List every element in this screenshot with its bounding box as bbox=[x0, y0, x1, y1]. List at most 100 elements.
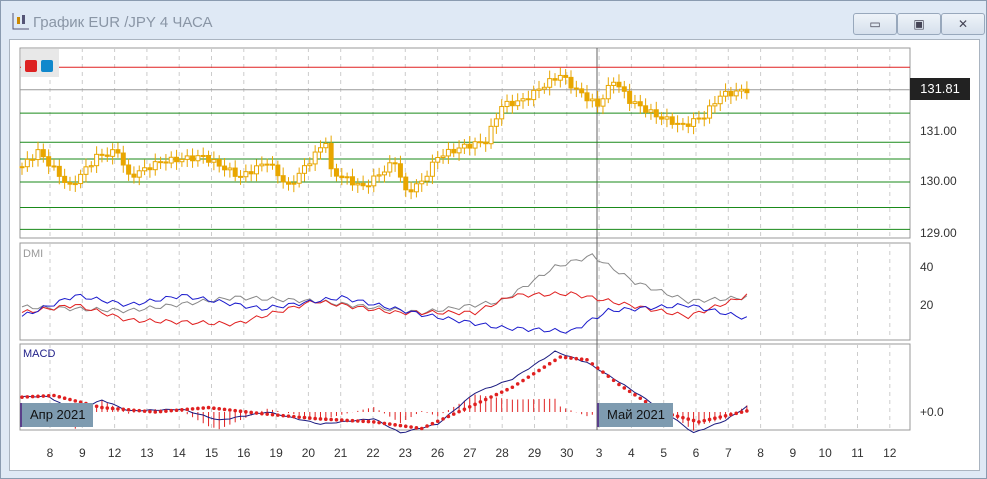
candle-body bbox=[413, 183, 419, 193]
candle-body bbox=[158, 161, 164, 164]
candle-body bbox=[595, 98, 601, 107]
candle-body bbox=[30, 158, 36, 161]
macd-signal-dot bbox=[611, 378, 616, 383]
x-tick-label: 15 bbox=[204, 446, 219, 460]
candle-body bbox=[206, 154, 212, 163]
x-tick-label: 8 bbox=[46, 446, 54, 460]
macd-signal-dot bbox=[723, 413, 728, 418]
macd-signal-dot bbox=[222, 407, 227, 412]
macd-signal-dot bbox=[228, 408, 232, 412]
macd-signal-dot bbox=[622, 386, 627, 390]
macd-signal-dot bbox=[334, 418, 339, 422]
candle-body bbox=[696, 117, 702, 120]
candle-body bbox=[270, 163, 276, 166]
macd-signal-dot bbox=[164, 409, 168, 413]
macd-signal-dot bbox=[313, 416, 317, 421]
candle-body bbox=[120, 152, 126, 166]
candle-body bbox=[88, 165, 94, 168]
x-tick-label: 13 bbox=[140, 446, 154, 460]
x-tick-label: 28 bbox=[495, 446, 509, 460]
candle-body bbox=[435, 156, 441, 163]
macd-signal-dot bbox=[41, 394, 46, 398]
candle-body bbox=[78, 173, 84, 185]
macd-signal-dot bbox=[393, 423, 397, 427]
macd-signal-dot bbox=[574, 356, 579, 361]
macd-signal-dot bbox=[361, 419, 365, 424]
macd-signal-dot bbox=[238, 409, 243, 414]
candle-body bbox=[691, 118, 697, 127]
candle-body bbox=[675, 122, 681, 125]
x-tick-label: 21 bbox=[334, 446, 348, 460]
macd-signal-dot bbox=[265, 412, 269, 416]
dmi-adx-line bbox=[21, 253, 748, 316]
candle-body bbox=[717, 95, 723, 105]
x-tick-label: 5 bbox=[660, 446, 668, 460]
candle-body bbox=[280, 175, 286, 183]
candle-body bbox=[525, 98, 531, 101]
macd-signal-dot bbox=[446, 414, 451, 419]
candle-body bbox=[131, 173, 137, 178]
candle-body bbox=[429, 161, 435, 177]
candle-body bbox=[355, 182, 361, 186]
candle-body bbox=[456, 147, 462, 154]
candle-body bbox=[424, 175, 430, 182]
candle-body bbox=[403, 176, 409, 191]
macd-signal-dot bbox=[233, 408, 237, 413]
candle-body bbox=[445, 148, 451, 157]
candle-body bbox=[126, 164, 132, 175]
macd-signal-dot bbox=[68, 397, 72, 402]
x-tick-label: 6 bbox=[692, 446, 700, 460]
candle-body bbox=[648, 109, 654, 113]
dmi-label: DMI bbox=[23, 248, 44, 260]
candle-body bbox=[179, 158, 185, 163]
dmi-tick: 40 bbox=[920, 260, 934, 274]
macd-signal-dot bbox=[707, 417, 712, 422]
macd-signal-dot bbox=[297, 415, 301, 419]
macd-signal-dot bbox=[52, 393, 56, 398]
candle-body bbox=[408, 189, 414, 193]
candle-body bbox=[451, 148, 457, 154]
chart-canvas[interactable] bbox=[0, 0, 987, 479]
candle-body bbox=[579, 88, 585, 94]
macd-signal-dot bbox=[196, 406, 200, 411]
candle-body bbox=[46, 156, 52, 167]
candle-body bbox=[243, 171, 249, 178]
macd-signal-dot bbox=[153, 410, 158, 414]
candle-body bbox=[515, 100, 521, 107]
candle-body bbox=[483, 141, 489, 145]
macd-signal-dot bbox=[718, 415, 723, 419]
candle-body bbox=[147, 167, 153, 171]
x-tick-label: 14 bbox=[172, 446, 186, 460]
candle-body bbox=[19, 166, 25, 169]
macd-signal-dot bbox=[116, 407, 120, 411]
macd-signal-dot bbox=[260, 411, 264, 416]
macd-signal-dot bbox=[451, 412, 456, 416]
x-tick-label: 9 bbox=[789, 446, 797, 460]
candle-body bbox=[248, 171, 254, 175]
macd-signal-dot bbox=[308, 416, 312, 420]
macd-signal-dot bbox=[558, 355, 563, 359]
macd-signal-dot bbox=[457, 409, 461, 414]
candle-body bbox=[728, 90, 734, 97]
macd-signal-dot bbox=[377, 420, 381, 425]
candle-body bbox=[232, 167, 238, 177]
x-tick-label: 27 bbox=[463, 446, 477, 460]
macd-signal-dot bbox=[430, 421, 435, 426]
color-toggle[interactable] bbox=[21, 49, 59, 77]
red-square-icon[interactable] bbox=[25, 60, 37, 72]
candle-body bbox=[472, 141, 478, 149]
macd-signal-dot bbox=[345, 418, 349, 423]
candle-body bbox=[62, 175, 68, 183]
candle-body bbox=[520, 98, 526, 102]
macd-signal-dot bbox=[531, 372, 536, 376]
blue-square-icon[interactable] bbox=[41, 60, 53, 72]
candle-body bbox=[664, 116, 670, 120]
macd-signal-dot bbox=[121, 407, 126, 412]
candle-body bbox=[371, 175, 377, 187]
macd-signal-dot bbox=[691, 418, 696, 423]
macd-signal-dot bbox=[542, 365, 547, 369]
macd-signal-dot bbox=[441, 417, 445, 421]
pane-border bbox=[19, 343, 911, 431]
candle-body bbox=[301, 165, 307, 174]
price-tick: 130.00 bbox=[920, 174, 957, 188]
